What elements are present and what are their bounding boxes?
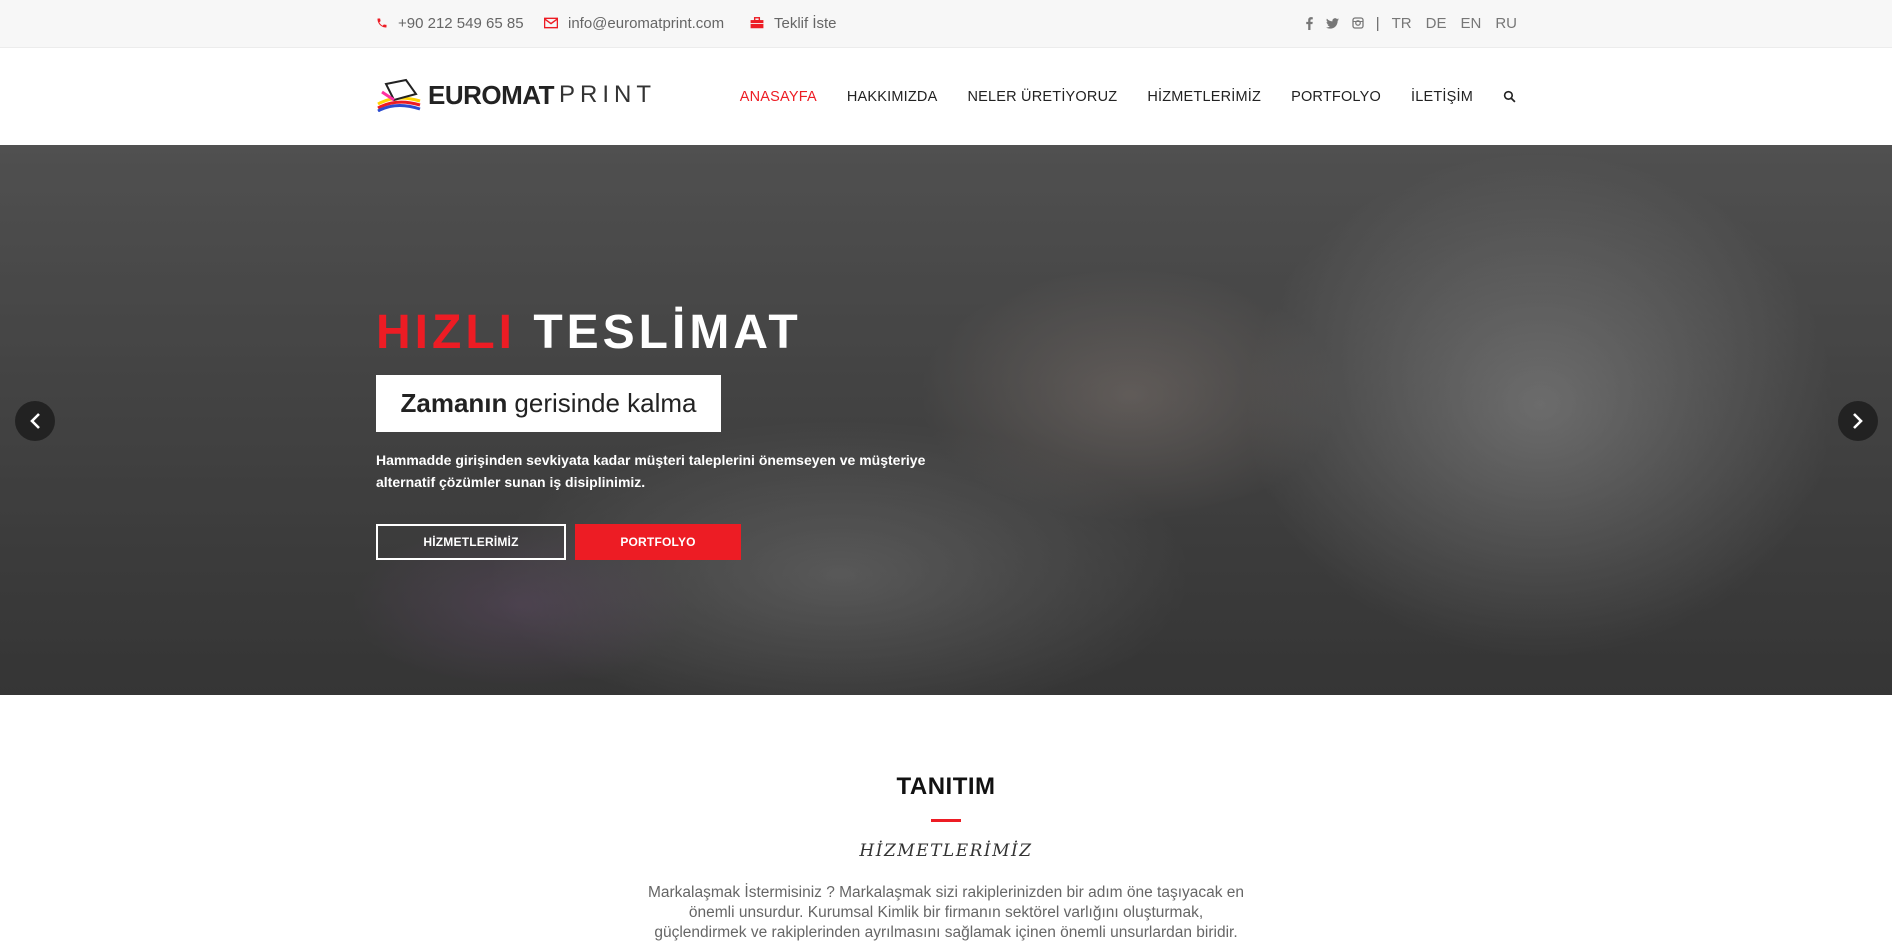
search-icon[interactable]: [1503, 90, 1516, 103]
hero-description: Hammadde girişinden sevkiyata kadar müşt…: [376, 452, 926, 490]
slider-prev-button[interactable]: [15, 401, 55, 441]
title-divider: [931, 819, 961, 822]
logo-brand-text: EUROMAT: [428, 79, 555, 110]
slider-next-button[interactable]: [1838, 401, 1878, 441]
logo-print-text: PRINT: [559, 81, 657, 108]
request-quote-link[interactable]: Teklif İste: [750, 0, 837, 46]
chevron-right-icon: [1853, 413, 1863, 429]
hero-title-white: TESLİMAT: [533, 306, 802, 359]
request-quote-label: Teklif İste: [774, 14, 837, 32]
email-contact[interactable]: info@euromatprint.com: [544, 0, 724, 46]
hero-slider: HIZLI TESLİMAT Zamanın gerisinde kalma H…: [0, 145, 1892, 695]
site-logo[interactable]: EUROMAT PRINT: [376, 74, 656, 116]
phone-number: +90 212 549 65 85: [398, 14, 524, 32]
main-nav: ANASAYFA HAKKIMIZDA NELER ÜRETİYORUZ HİZ…: [710, 48, 1516, 145]
logo-mark-icon: [377, 78, 421, 112]
nav-products[interactable]: NELER ÜRETİYORUZ: [967, 89, 1117, 105]
lang-tr[interactable]: TR: [1392, 15, 1412, 32]
briefcase-icon: [750, 17, 764, 29]
nav-portfolio[interactable]: PORTFOLYO: [1291, 89, 1381, 105]
nav-services[interactable]: HİZMETLERİMİZ: [1147, 89, 1261, 105]
topbar-right: | TR DE EN RU: [1305, 0, 1517, 46]
hero-subtitle-rest: gerisinde kalma: [514, 388, 697, 418]
twitter-icon[interactable]: [1325, 17, 1339, 29]
phone-icon: [377, 18, 387, 28]
top-bar: +90 212 549 65 85 info@euromatprint.com …: [0, 0, 1892, 48]
intro-text: Markalaşmak İstermisiniz ? Markalaşmak s…: [647, 884, 1245, 945]
hero-portfolio-button[interactable]: PORTFOLYO: [575, 524, 741, 560]
hero-subtitle-box: Zamanın gerisinde kalma: [376, 375, 721, 432]
nav-contact[interactable]: İLETİŞİM: [1411, 89, 1473, 105]
language-switcher: TR DE EN RU: [1392, 15, 1517, 32]
nav-about[interactable]: HAKKIMIZDA: [847, 89, 938, 105]
mail-icon: [544, 17, 558, 29]
intro-section: TANITIM HİZMETLERİMİZ Markalaşmak İsterm…: [0, 695, 1892, 945]
intro-script-title: HİZMETLERİMİZ: [859, 841, 1033, 861]
email-address: info@euromatprint.com: [568, 14, 725, 32]
lang-de[interactable]: DE: [1426, 15, 1447, 32]
hero-title-red: HIZLI: [376, 306, 516, 359]
instagram-icon[interactable]: [1352, 17, 1364, 29]
lang-ru[interactable]: RU: [1495, 15, 1517, 32]
social-links: [1305, 16, 1364, 30]
hero-title: HIZLI TESLİMAT: [376, 305, 802, 360]
intro-title: TANITIM: [896, 773, 996, 800]
hero-services-button[interactable]: HİZMETLERİMİZ: [376, 524, 566, 560]
main-header: EUROMAT PRINT ANASAYFA HAKKIMIZDA NELER …: [0, 48, 1892, 145]
nav-home[interactable]: ANASAYFA: [740, 89, 817, 105]
chevron-left-icon: [30, 413, 40, 429]
separator: |: [1375, 14, 1380, 32]
lang-en[interactable]: EN: [1460, 15, 1481, 32]
facebook-icon[interactable]: [1305, 16, 1313, 30]
hero-subtitle-bold: Zamanın: [400, 388, 508, 418]
phone-contact[interactable]: +90 212 549 65 85: [376, 0, 524, 46]
